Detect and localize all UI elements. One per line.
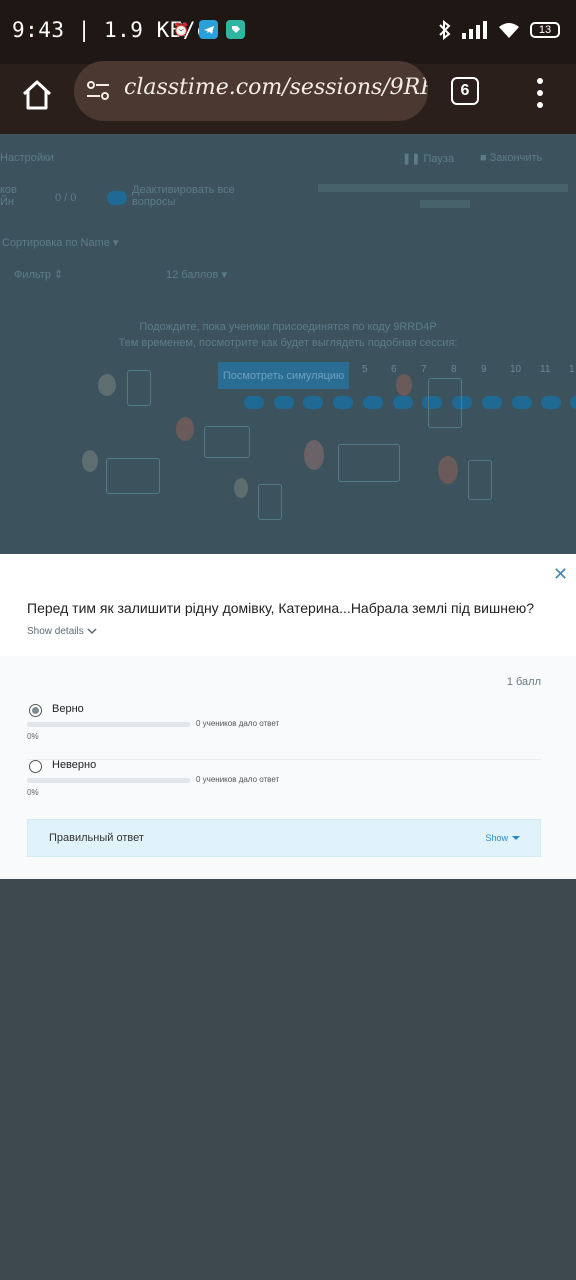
question-number: 7 — [421, 364, 427, 375]
points-dropdown: 12 баллов ▾ — [166, 269, 227, 281]
student-count: 0 / 0 — [55, 192, 77, 204]
question-toggle — [363, 396, 383, 409]
response-percent: 0% — [27, 788, 39, 797]
alarm-icon: ⏰ — [173, 21, 190, 37]
question-toggle — [482, 396, 502, 409]
pause-button: ❚❚ Пауза — [402, 153, 455, 165]
answer-option: Неверно 0 учеников дало ответ 0% — [27, 759, 541, 816]
response-count: 0 учеников дало ответ — [196, 775, 280, 784]
students-label: ков Йн — [0, 184, 17, 208]
caret-down-icon — [512, 836, 520, 840]
show-details-toggle[interactable]: Show details — [27, 626, 97, 637]
question-toggle — [274, 396, 294, 409]
question-number: 6 — [391, 364, 397, 375]
question-toggle — [541, 396, 561, 409]
question-number: 9 — [481, 364, 487, 375]
response-bar — [27, 778, 190, 783]
response-count: 0 учеников дало ответ — [196, 719, 280, 728]
background-page: Настройки ❚❚ Пауза ■ Закончить ков Йн 0 … — [0, 134, 576, 554]
question-toggle — [512, 396, 532, 409]
telegram-icon — [199, 20, 218, 39]
url-text: classtime.com/sessions/9RRD' — [124, 75, 428, 100]
question-header: ✕ Перед тим як залишити рідну домівку, К… — [0, 554, 576, 656]
waiting-text: Подождите, пока ученики присоединятся по… — [139, 321, 437, 333]
signal-icon — [462, 21, 487, 39]
points-label: 1 балл — [506, 676, 541, 688]
notification-icons: ⏰ — [172, 20, 245, 39]
correct-answer-box: Правильный ответ Show — [27, 819, 541, 857]
question-number: 5 — [362, 364, 368, 375]
site-settings-icon[interactable] — [86, 80, 110, 102]
system-icons: 13 — [438, 20, 560, 40]
battery-icon: 13 — [530, 22, 560, 38]
correct-answer-label: Правильный ответ — [49, 832, 144, 844]
hint-text-1 — [318, 184, 568, 192]
deactivate-label: Деактивировать все вопросы — [132, 184, 235, 208]
question-panel: ✕ Перед тим як залишити рідну домівку, К… — [0, 554, 576, 879]
simulate-button: Посмотреть симуляцию — [218, 362, 349, 389]
chevron-down-icon — [87, 628, 97, 635]
sort-dropdown: Сортировка по Name ▾ — [2, 237, 119, 249]
question-toggle — [570, 396, 576, 409]
finish-button: ■ Закончить — [480, 152, 543, 164]
show-details-label: Show details — [27, 626, 84, 637]
deactivate-toggle — [107, 191, 127, 205]
overflow-menu-icon[interactable] — [530, 78, 550, 108]
question-toggle — [333, 396, 353, 409]
question-number: 8 — [451, 364, 457, 375]
settings-link: Настройки — [0, 152, 54, 164]
question-toggle — [303, 396, 323, 409]
close-icon[interactable]: ✕ — [553, 565, 568, 583]
show-answer-button[interactable]: Show — [485, 833, 520, 843]
answer-option: Верно 0 учеников дало ответ 0% — [27, 703, 541, 760]
radio-true[interactable] — [29, 704, 42, 717]
hint-text-2 — [420, 200, 470, 208]
response-bar — [27, 722, 190, 727]
option-label: Верно — [52, 703, 84, 715]
address-bar[interactable]: classtime.com/sessions/9RRD' — [74, 61, 428, 121]
wifi-icon — [499, 23, 519, 38]
question-toggle — [393, 396, 413, 409]
radio-false[interactable] — [29, 760, 42, 773]
filter-dropdown: Фильтр ⇕ — [14, 269, 64, 281]
show-label: Show — [485, 833, 508, 843]
home-icon[interactable] — [20, 78, 54, 112]
browser-toolbar: classtime.com/sessions/9RRD' 6 — [0, 61, 576, 134]
meanwhile-text: Тем временем, посмотрите как будет выгля… — [118, 337, 458, 349]
status-bar: 9:43 | 1.9 КБ/с ⏰ 13 — [0, 0, 576, 64]
response-percent: 0% — [27, 732, 39, 741]
question-number: 11 — [540, 364, 551, 375]
question-number: 1 — [569, 364, 575, 375]
question-title: Перед тим як залишити рідну домівку, Кат… — [27, 600, 535, 616]
tag-app-icon — [226, 20, 245, 39]
answer-section: 1 балл Верно 0 учеников дало ответ 0% Не… — [0, 656, 576, 879]
option-label: Неверно — [52, 759, 97, 771]
question-number: 10 — [510, 364, 522, 375]
bluetooth-icon — [439, 20, 451, 40]
question-toggle — [244, 396, 264, 409]
tab-switcher-button[interactable]: 6 — [451, 77, 479, 105]
